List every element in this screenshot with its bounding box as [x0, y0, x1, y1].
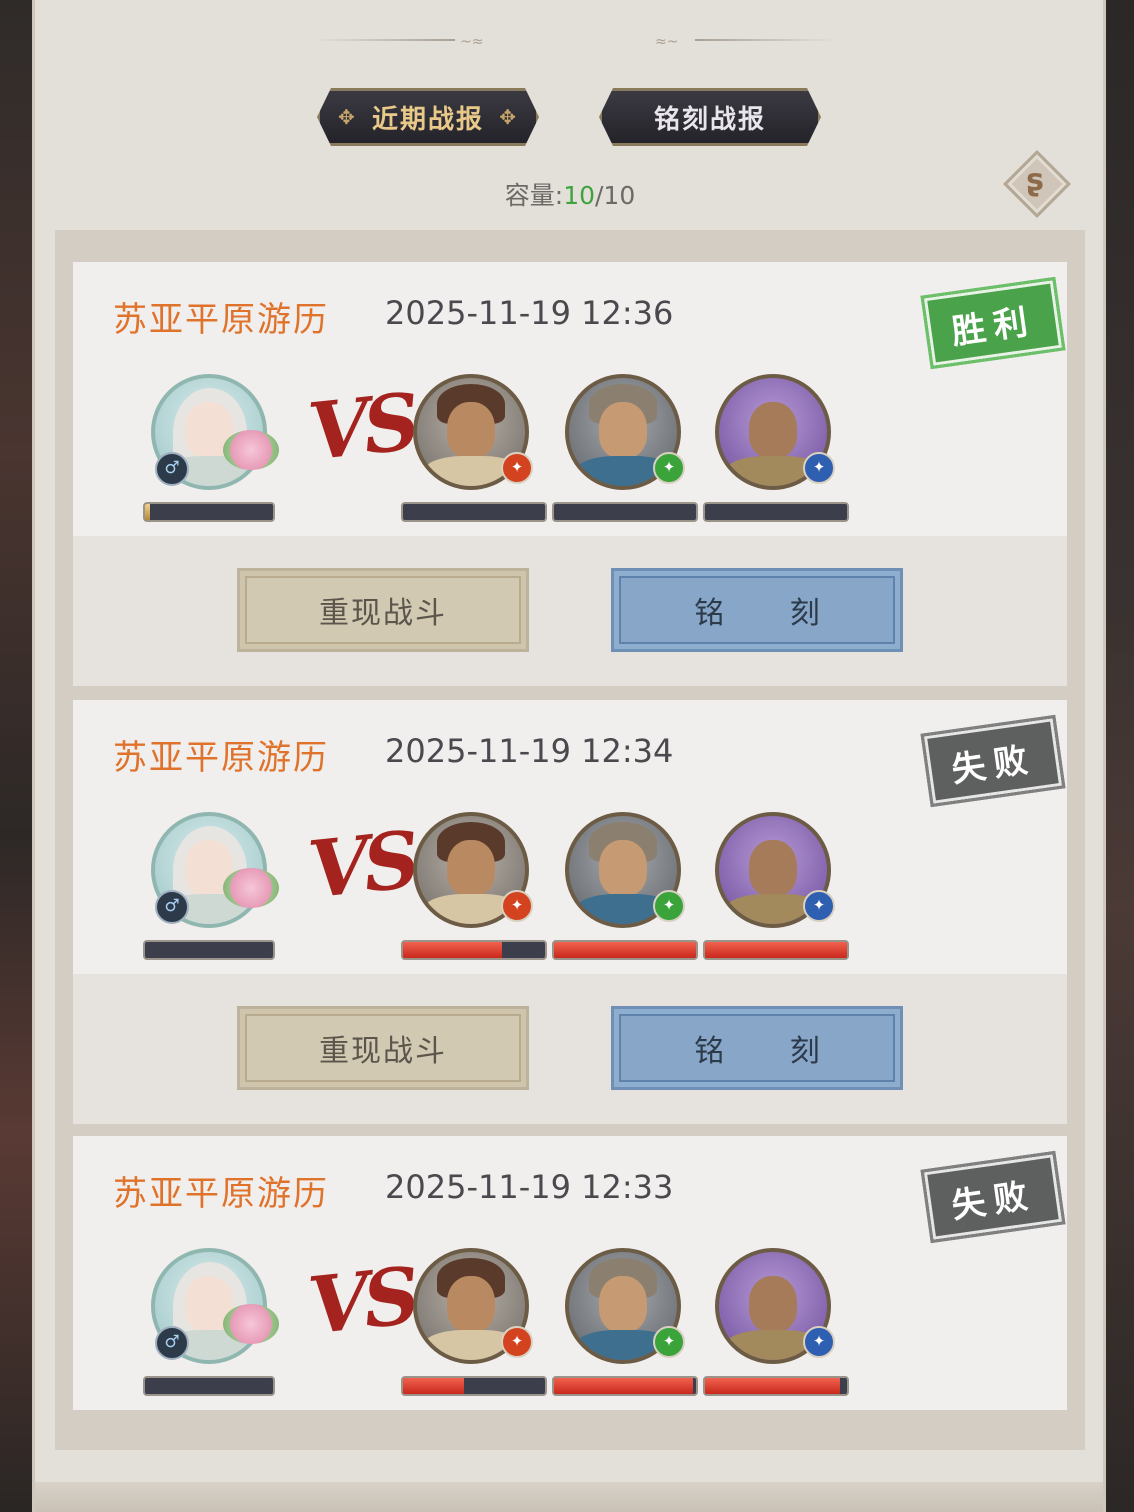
tab-inscribed-reports[interactable]: 铭刻战报: [599, 88, 821, 146]
battle-timestamp: 2025-11-19 12:34: [385, 732, 674, 770]
battle-report-panel: ~≈ ≈~ ✥ 近期战报 ✥ 铭刻战报 容量:10/10 ʂ 重现战斗 铭 刻 …: [32, 0, 1106, 1512]
fire-element-icon: ✦: [501, 452, 533, 484]
lotus-decoration: [223, 1304, 279, 1344]
fire-element-icon: ✦: [501, 890, 533, 922]
wood-element-icon: ✦: [653, 1326, 685, 1358]
inscribe-button[interactable]: 铭 刻: [611, 1006, 903, 1090]
sync-button[interactable]: ʂ: [1003, 150, 1071, 218]
card-actions: 重现战斗 铭 刻: [73, 536, 1067, 686]
replay-battle-button[interactable]: 重现战斗: [237, 1006, 529, 1090]
battle-location-title: 苏亚平原游历: [113, 1174, 329, 1214]
enemy-hp-bar-1: [401, 502, 547, 522]
water-element-icon: ✦: [803, 452, 835, 484]
battle-timestamp: 2025-11-19 12:36: [385, 294, 674, 332]
enemy-hp-bar-2: [552, 502, 698, 522]
background-right: [1104, 0, 1134, 1512]
male-icon: ♂: [155, 452, 189, 486]
lotus-decoration: [223, 430, 279, 470]
water-element-icon: ✦: [803, 1326, 835, 1358]
card-actions: 重现战斗 铭 刻: [73, 974, 1067, 1124]
enemy-hp-bar-1: [401, 1376, 547, 1396]
battle-result-stamp: 胜利: [920, 276, 1066, 370]
wood-element-icon: ✦: [653, 890, 685, 922]
battle-report-card: 重现战斗 铭 刻 苏亚平原游历 2025-11-19 12:34 失败 ♂ VS…: [73, 700, 1067, 1124]
player-hp-bar: [143, 940, 275, 960]
fire-element-icon: ✦: [501, 1326, 533, 1358]
enemy-hp-bar-3: [703, 502, 849, 522]
male-icon: ♂: [155, 1326, 189, 1360]
header-ornament-left: ~≈: [315, 34, 515, 50]
replay-battle-button[interactable]: 重现战斗: [237, 568, 529, 652]
water-element-icon: ✦: [803, 890, 835, 922]
tab-ornament-icon: ✥: [499, 105, 518, 129]
battle-location-title: 苏亚平原游历: [113, 300, 329, 340]
vs-emblem: VS: [304, 1250, 419, 1353]
inscribe-button[interactable]: 铭 刻: [611, 568, 903, 652]
battle-report-card: 重现战斗 铭 刻 苏亚平原游历 2025-11-19 12:36 胜利 ♂ VS…: [73, 262, 1067, 686]
lotus-decoration: [223, 868, 279, 908]
vs-emblem: VS: [304, 376, 419, 479]
enemy-hp-bar-3: [703, 940, 849, 960]
enemy-hp-bar-1: [401, 940, 547, 960]
vs-emblem: VS: [304, 814, 419, 917]
battle-report-card: 重现战斗 铭 刻 苏亚平原游历 2025-11-19 12:33 失败 ♂ VS…: [73, 1136, 1067, 1410]
battle-location-title: 苏亚平原游历: [113, 738, 329, 778]
tab-ornament-icon: ✥: [338, 105, 357, 129]
player-hp-bar: [143, 1376, 275, 1396]
tab-recent-reports[interactable]: ✥ 近期战报 ✥: [317, 88, 539, 146]
bottom-ornament: [35, 1482, 1103, 1512]
battle-result-stamp: 失败: [920, 1150, 1066, 1244]
battle-result-stamp: 失败: [920, 714, 1066, 808]
male-icon: ♂: [155, 890, 189, 924]
enemy-hp-bar-2: [552, 940, 698, 960]
enemy-hp-bar-3: [703, 1376, 849, 1396]
player-hp-bar: [143, 502, 275, 522]
wood-element-icon: ✦: [653, 452, 685, 484]
battle-timestamp: 2025-11-19 12:33: [385, 1168, 674, 1206]
background-left: [0, 0, 34, 1512]
capacity-indicator: 容量:10/10: [504, 181, 636, 210]
enemy-hp-bar-2: [552, 1376, 698, 1396]
header-ornament-right: ≈~: [649, 34, 849, 50]
sync-icon: ʂ: [1026, 163, 1044, 198]
